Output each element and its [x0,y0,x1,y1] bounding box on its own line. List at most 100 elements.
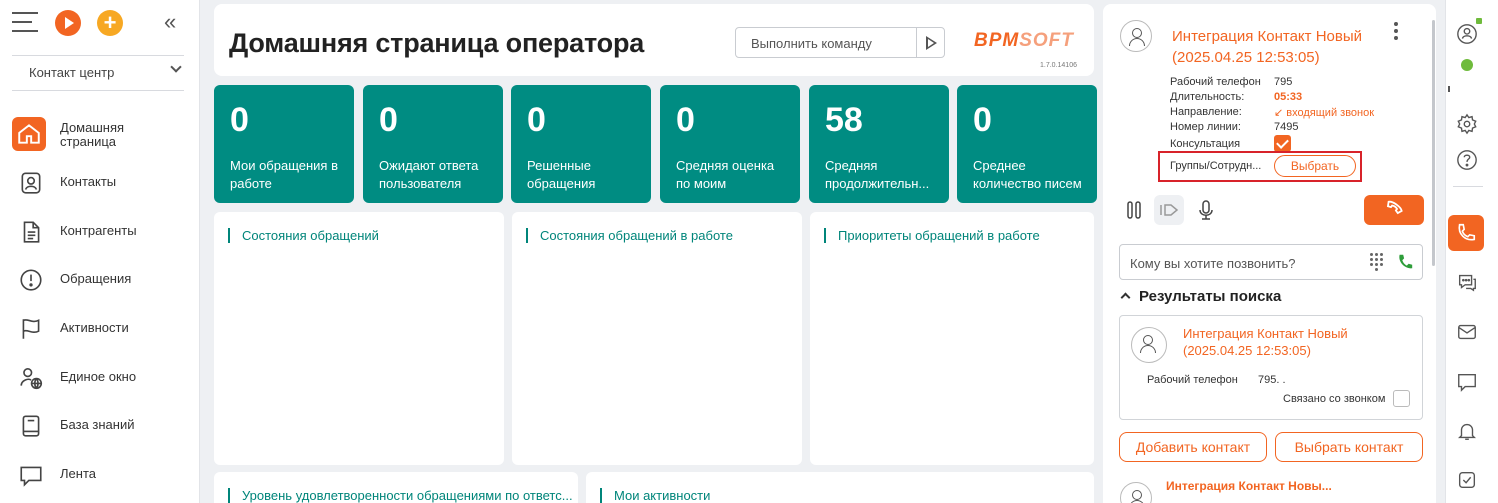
alert-circle-icon [16,265,46,295]
hang-up-button[interactable] [1364,195,1424,225]
email-icon[interactable] [1453,318,1481,346]
kpi-average-duration[interactable]: 58 Средняя продолжительн... [809,85,949,203]
command-input-placeholder: Выполнить команду [751,36,872,51]
choose-contact-button[interactable]: Выбрать контакт [1275,432,1423,462]
sidebar-item-cases[interactable]: Обращения [12,262,192,302]
keypad-icon[interactable] [1370,253,1384,271]
tasks-checkbox-icon[interactable] [1453,466,1481,494]
kpi-label: Среднее [973,158,1026,173]
add-contact-button[interactable]: Добавить контакт [1119,432,1267,462]
chat-icon[interactable] [1453,268,1481,296]
phone-hangup-icon [1386,200,1403,215]
kpi-resolved-cases[interactable]: 0 Решенные обращения [511,85,651,203]
kpi-value: 0 [973,101,992,139]
phone-icon[interactable] [1448,215,1484,251]
consultation-checkbox[interactable] [1274,135,1291,152]
settings-gear-icon[interactable] [1453,110,1481,138]
kpi-value: 0 [379,101,398,139]
sidebar-item-accounts[interactable]: Контрагенты [12,214,192,254]
next-result-contact-name[interactable]: Интеграция Контакт Новы... [1166,479,1332,493]
kpi-label: количество писем [973,176,1082,191]
sidebar-item-label: Контакты [60,174,117,189]
kpi-average-emails[interactable]: 0 Среднее количество писем [957,85,1097,203]
dial-input[interactable]: Кому вы хотите позвонить? [1119,244,1423,280]
sidebar-item-label: База знаний [60,417,135,432]
sidebar-item-label: страница [60,134,117,149]
call-direction: ↙ входящий звонок [1274,107,1375,119]
result-contact-name[interactable]: Интеграция Контакт Новый (2025.04.25 12:… [1183,325,1348,359]
consultation-label: Консультация [1170,138,1241,150]
choose-group-button[interactable]: Выбрать [1274,155,1356,177]
sidebar-toolbar: + « [12,8,192,38]
collapse-sidebar-icon[interactable]: « [164,9,176,35]
more-options-icon[interactable] [1394,22,1398,43]
chevron-up-icon [1120,292,1131,303]
home-icon [12,117,46,151]
search-results-title: Результаты поиска [1139,288,1282,305]
sidebar-item-contacts[interactable]: Контакты [12,165,192,205]
add-icon[interactable]: + [97,10,123,36]
presence-indicator-icon [1476,18,1482,24]
kpi-label: Средняя оценка [676,158,775,173]
contact-avatar-icon [1120,20,1152,52]
workplace-selector[interactable]: Контакт центр [12,58,184,86]
search-results-header[interactable]: Результаты поиска [1120,288,1281,305]
kpi-value: 0 [527,101,546,139]
widget-case-states-in-progress: Состояния обращений в работе [512,212,802,465]
widget-case-priorities: Приоритеты обращений в работе [810,212,1094,465]
widget-title[interactable]: Уровень удовлетворенности обращениями по… [228,488,573,503]
chat-bubble-icon [16,460,46,490]
sidebar-item-home[interactable]: Домашняя страница [12,117,192,157]
user-profile-icon[interactable] [1453,20,1481,48]
call-duration: 05:33 [1274,91,1303,103]
start-process-icon[interactable] [55,10,81,36]
result-avatar-icon [1131,327,1167,363]
linked-to-call-checkbox[interactable] [1393,390,1410,407]
pause-icon [1127,201,1141,219]
widget-title[interactable]: Состояния обращений [228,228,379,243]
widget-title[interactable]: Состояния обращений в работе [526,228,733,243]
kpi-label: пользователя [379,176,462,191]
kpi-my-cases-in-progress[interactable]: 0 Мои обращения в работе [214,85,354,203]
help-icon[interactable] [1453,146,1481,174]
kpi-value: 0 [676,101,695,139]
call-panel-scrollbar[interactable] [1432,20,1435,266]
active-call-contact-name[interactable]: Интеграция Контакт Новый (2025.04.25 12:… [1172,26,1362,68]
menu-icon[interactable] [12,12,38,32]
online-status-icon[interactable] [1461,59,1473,71]
incoming-call-icon: ↙ [1274,107,1287,119]
sidebar-item-knowledge-base[interactable]: База знаний [12,408,192,448]
sidebar-item-label: Обращения [60,271,132,286]
kpi-label: Решенные [527,158,591,173]
call-phone-icon[interactable] [1396,253,1414,276]
widget-satisfaction-level: Уровень удовлетворенности обращениями по… [214,472,578,503]
run-command-icon[interactable] [926,36,937,50]
sidebar-item-single-window[interactable]: Единое окно [12,360,192,400]
notification-bell-icon[interactable] [1453,417,1481,445]
line-number-value: 7495 [1274,121,1299,133]
kpi-awaiting-user-reply[interactable]: 0 Ожидают ответа пользователя [363,85,503,203]
mute-button[interactable] [1191,195,1221,225]
widget-title[interactable]: Мои активности [600,488,710,503]
document-icon [16,217,46,247]
kpi-label: по моим [676,176,727,191]
command-input[interactable]: Выполнить команду [735,27,945,58]
contact-card-icon [16,168,46,198]
duration-label: Длительность: [1170,91,1245,103]
dial-input-placeholder: Кому вы хотите позвонить? [1130,256,1296,271]
sidebar-item-feed[interactable]: Лента [12,457,192,497]
hold-button[interactable] [1119,195,1149,225]
linked-to-call-label: Связано со звонком [1283,393,1386,405]
sidebar-item-label: Контрагенты [60,223,137,238]
transfer-button[interactable] [1154,195,1184,225]
divider [12,55,184,56]
sidebar-item-activities[interactable]: Активности [12,311,192,351]
result-work-phone-label: Рабочий телефон [1147,374,1238,386]
message-icon[interactable] [1453,368,1481,396]
status-marker [1448,86,1450,92]
flag-icon [16,314,46,344]
sidebar-item-label: Активности [60,320,129,335]
widget-title[interactable]: Приоритеты обращений в работе [824,228,1040,243]
kpi-average-rating[interactable]: 0 Средняя оценка по моим [660,85,800,203]
page-title: Домашняя страница оператора [229,28,645,58]
